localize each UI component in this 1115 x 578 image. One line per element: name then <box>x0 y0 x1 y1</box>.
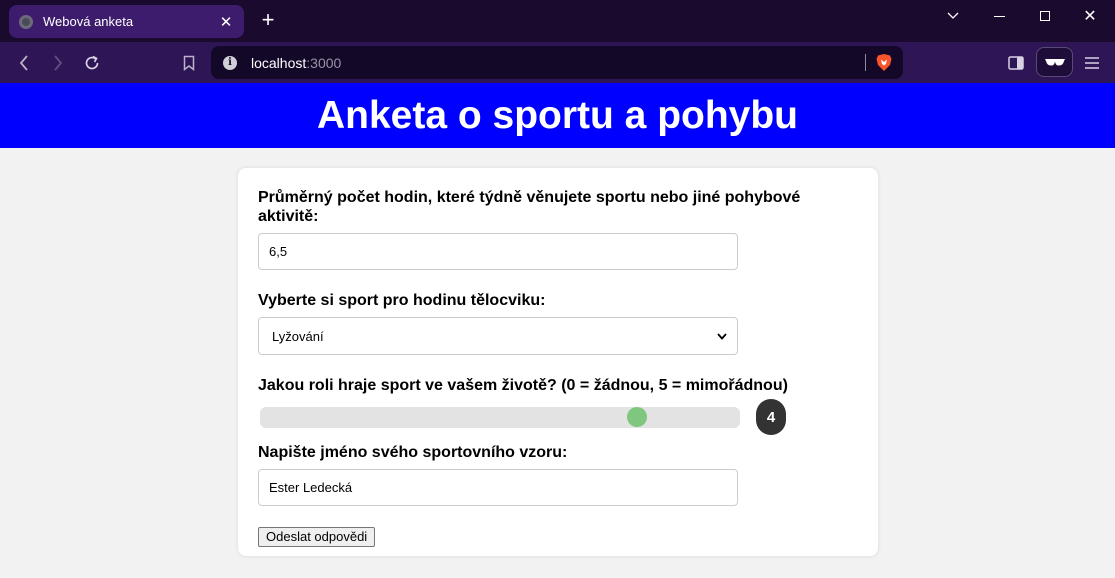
slider-thumb[interactable] <box>627 407 648 427</box>
url-host: localhost <box>251 54 307 71</box>
new-tab-button[interactable]: + <box>257 9 279 31</box>
tab-search-button[interactable] <box>933 4 973 28</box>
page-header: Anketa o sportu a pohybu <box>0 83 1115 148</box>
importance-slider-row: 4 <box>258 399 858 435</box>
page-title: Anketa o sportu a pohybu <box>316 93 799 137</box>
hours-label: Průměrný počet hodin, které týdně věnuje… <box>258 189 801 225</box>
brave-shield-icon[interactable] <box>875 53 893 72</box>
chevron-down-icon <box>717 332 727 340</box>
page-content: Anketa o sportu a pohybu Průměrný počet … <box>0 83 1115 578</box>
bookmark-button[interactable] <box>177 51 201 75</box>
url-port: :3000 <box>306 54 342 71</box>
menu-icon <box>1085 57 1099 69</box>
minimize-icon <box>993 15 1005 17</box>
window-close-button[interactable]: ✕ <box>1070 4 1110 28</box>
forward-icon <box>54 55 63 71</box>
slider-value-badge: 4 <box>756 399 786 435</box>
maximize-icon <box>1040 11 1050 21</box>
sport-select[interactable]: Lyžování <box>258 317 738 355</box>
maximize-button[interactable] <box>1025 4 1065 28</box>
tab-bar: Webová anketa ✕ + ✕ <box>0 0 1115 42</box>
reload-icon <box>85 55 99 70</box>
importance-slider[interactable] <box>260 406 740 428</box>
back-icon <box>19 55 28 71</box>
tab-title: Webová anketa <box>43 14 134 29</box>
reload-button[interactable] <box>80 51 104 75</box>
submit-button[interactable]: Odeslat odpovědi <box>258 527 376 547</box>
importance-label: Jakou roli hraje sport ve vašem životě? … <box>258 377 788 394</box>
idol-input[interactable]: Ester Ledecká <box>258 469 738 506</box>
reader-mode-icon <box>1044 59 1065 66</box>
tab-active[interactable]: Webová anketa ✕ <box>9 5 244 38</box>
url-separator <box>865 54 866 71</box>
tab-close-icon[interactable]: ✕ <box>218 13 234 31</box>
browser-toolbar: i localhost:3000 <box>0 42 1115 83</box>
globe-icon <box>19 14 33 29</box>
survey-form: Průměrný počet hodin, které týdně věnuje… <box>238 168 878 556</box>
sport-select-value: Lyžování <box>272 328 324 344</box>
address-bar[interactable]: i localhost:3000 <box>211 46 903 79</box>
sidebar-button[interactable] <box>1004 51 1028 75</box>
sport-label: Vyberte si sport pro hodinu tělocviku: <box>258 292 546 309</box>
minimize-button[interactable] <box>979 4 1019 28</box>
info-icon[interactable]: i <box>223 55 237 70</box>
forward-button[interactable] <box>46 51 70 75</box>
chevron-down-icon <box>947 12 959 19</box>
sidebar-icon <box>1008 56 1024 70</box>
back-button[interactable] <box>12 51 36 75</box>
hours-input[interactable]: 6,5 <box>258 233 738 270</box>
reader-mode-button[interactable] <box>1036 47 1073 77</box>
bookmark-icon <box>183 55 195 71</box>
menu-button[interactable] <box>1080 51 1104 75</box>
close-icon: ✕ <box>1083 8 1097 25</box>
idol-label: Napište jméno svého sportovního vzoru: <box>258 444 568 461</box>
